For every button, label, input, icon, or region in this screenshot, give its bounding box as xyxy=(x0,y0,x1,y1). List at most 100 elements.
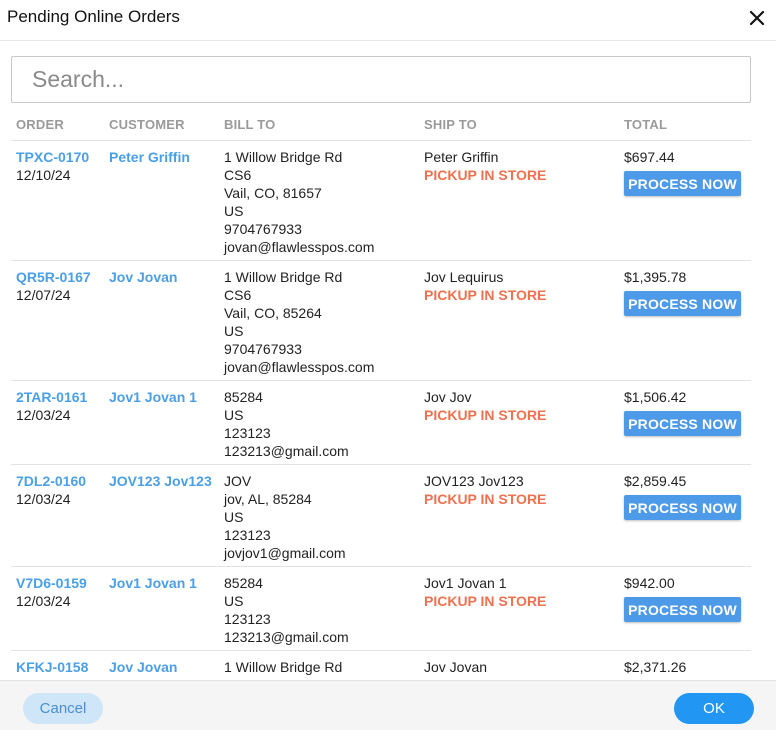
order-id-link[interactable]: TPXC-0170 xyxy=(16,148,89,166)
bill-to-line: US xyxy=(224,407,244,423)
customer-link[interactable]: Jov1 Jovan 1 xyxy=(109,388,197,406)
bill-to-line: jovan@flawlesspos.com xyxy=(224,359,375,375)
order-cell: V7D6-0159 12/03/24 xyxy=(16,574,87,610)
bill-to-cell: 1 Willow Bridge RdCS6 xyxy=(224,658,342,680)
ship-method-badge: PICKUP IN STORE xyxy=(424,491,547,507)
customer-link[interactable]: JOV123 Jov123 xyxy=(109,472,212,490)
ship-to-name: Jov Lequirus xyxy=(424,269,504,285)
ship-to-name: Jov1 Jovan 1 xyxy=(424,575,507,591)
bill-to-line: 9704767933 xyxy=(224,341,302,357)
order-date: 12/07/24 xyxy=(16,287,71,303)
ship-method-badge: PICKUP IN STORE xyxy=(424,167,547,183)
order-cell: KFKJ-015812/02/24 xyxy=(16,658,88,680)
bill-to-line: 85284 xyxy=(224,389,263,405)
bill-to-line: 85284 xyxy=(224,575,263,591)
process-now-button[interactable]: PROCESS NOW xyxy=(624,411,741,436)
bill-to-line: 123213@gmail.com xyxy=(224,629,349,645)
bill-to-line: US xyxy=(224,323,244,339)
order-total: $1,395.78 xyxy=(624,269,687,285)
bill-to-line: 123123 xyxy=(224,611,271,627)
ship-method-badge: PICKUP IN STORE xyxy=(424,287,547,303)
dialog-header: Pending Online Orders xyxy=(0,0,776,41)
close-icon[interactable] xyxy=(748,9,766,27)
order-date: 12/10/24 xyxy=(16,167,71,183)
ship-to-cell: Peter Griffin PICKUP IN STORE xyxy=(424,148,546,184)
order-cell: QR5R-0167 12/07/24 xyxy=(16,268,91,304)
table-row: 7DL2-0160 12/03/24 JOV123 Jov123 JOV jov, AL… xyxy=(11,465,751,567)
search-input[interactable] xyxy=(11,56,751,103)
bill-to-cell: 1 Willow Bridge Rd CS6 Vail, CO, 85264 US 97… xyxy=(224,268,374,376)
order-id-link[interactable]: 2TAR-0161 xyxy=(16,388,87,406)
ship-to-name: JOV123 Jov123 xyxy=(424,473,524,489)
bill-to-line: US xyxy=(224,203,244,219)
customer-link[interactable]: Peter Griffin xyxy=(109,148,190,166)
order-date: 12/03/24 xyxy=(16,491,71,507)
bill-to-cell: 85284 US 123123 123213@gmail.com xyxy=(224,388,349,460)
bill-to-cell: 1 Willow Bridge Rd CS6 Vail, CO, 81657 US 97… xyxy=(224,148,374,256)
ok-button[interactable]: OK xyxy=(674,693,754,724)
ship-to-name: Jov Jovan xyxy=(424,659,488,675)
order-date: 12/03/24 xyxy=(16,407,71,423)
ship-to-cell: Jov Jov PICKUP IN STORE xyxy=(424,388,546,424)
order-date: 12/03/24 xyxy=(16,593,71,609)
process-now-button[interactable]: PROCESS NOW xyxy=(624,597,741,622)
column-header-customer: CUSTOMER xyxy=(109,117,185,132)
bill-to-line: 1 Willow Bridge Rd xyxy=(224,659,343,675)
customer-link[interactable]: Jov Jovan xyxy=(109,268,177,286)
process-now-button[interactable]: PROCESS NOW xyxy=(624,495,741,520)
total-cell: $2,371.26PROCESS NOW xyxy=(624,658,741,680)
order-cell: TPXC-0170 12/10/24 xyxy=(16,148,89,184)
bill-to-line: 123213@gmail.com xyxy=(224,443,349,459)
bill-to-line: 1 Willow Bridge Rd xyxy=(224,149,343,165)
bill-to-line: JOV xyxy=(224,473,252,489)
dialog-title: Pending Online Orders xyxy=(7,7,180,26)
ship-method-badge: PICKUP IN STORE xyxy=(424,407,547,423)
order-total: $1,506.42 xyxy=(624,389,687,405)
order-id-link[interactable]: KFKJ-0158 xyxy=(16,658,88,676)
table-row: 2TAR-0161 12/03/24 Jov1 Jovan 1 85284 US 1231… xyxy=(11,381,751,465)
ship-to-cell: JOV123 Jov123 PICKUP IN STORE xyxy=(424,472,546,508)
dialog-footer: Cancel OK xyxy=(0,680,776,730)
column-header-bill-to: BILL TO xyxy=(224,117,276,132)
bill-to-line: 123123 xyxy=(224,527,271,543)
order-id-link[interactable]: 7DL2-0160 xyxy=(16,472,86,490)
order-id-link[interactable]: V7D6-0159 xyxy=(16,574,87,592)
table-row: QR5R-0167 12/07/24 Jov Jovan 1 Willow Bridg… xyxy=(11,261,751,381)
total-cell: $2,859.45 PROCESS NOW xyxy=(624,472,741,520)
order-id-link[interactable]: QR5R-0167 xyxy=(16,268,91,286)
column-header-total: TOTAL xyxy=(624,117,668,132)
bill-to-cell: JOV jov, AL, 85284 US 123123 jovjov1@gmail.c… xyxy=(224,472,346,562)
order-total: $2,859.45 xyxy=(624,473,687,489)
bill-to-cell: 85284 US 123123 123213@gmail.com xyxy=(224,574,349,646)
bill-to-line: Vail, CO, 81657 xyxy=(224,185,322,201)
total-cell: $697.44 PROCESS NOW xyxy=(624,148,741,196)
pending-orders-dialog: Pending Online Orders ORDER CUSTOMER BIL… xyxy=(0,0,776,730)
ship-to-name: Jov Jov xyxy=(424,389,472,405)
cancel-button[interactable]: Cancel xyxy=(23,693,103,724)
bill-to-line: jov, AL, 85284 xyxy=(224,491,312,507)
table-row: TPXC-0170 12/10/24 Peter Griffin 1 Willow B… xyxy=(11,141,751,261)
table-row: V7D6-0159 12/03/24 Jov1 Jovan 1 85284 US 1231… xyxy=(11,567,751,651)
customer-link[interactable]: Jov1 Jovan 1 xyxy=(109,574,197,592)
total-cell: $942.00 PROCESS NOW xyxy=(624,574,741,622)
column-header-ship-to: SHIP TO xyxy=(424,117,477,132)
ship-method-badge: PICKUP IN STORE xyxy=(424,593,547,609)
column-header-order: ORDER xyxy=(16,117,64,132)
order-total: $942.00 xyxy=(624,575,675,591)
ship-to-cell: Jov1 Jovan 1 PICKUP IN STORE xyxy=(424,574,546,610)
process-now-button[interactable]: PROCESS NOW xyxy=(624,291,741,316)
bill-to-line: Vail, CO, 85264 xyxy=(224,305,322,321)
bill-to-line: CS6 xyxy=(224,287,252,303)
bill-to-line: 9704767933 xyxy=(224,221,302,237)
table-row: KFKJ-015812/02/24 Jov Jovan 1 Willow Bridg… xyxy=(11,651,751,680)
ship-to-name: Peter Griffin xyxy=(424,149,499,165)
bill-to-line: 123123 xyxy=(224,425,271,441)
customer-link[interactable]: Jov Jovan xyxy=(109,658,177,676)
bill-to-line: 1 Willow Bridge Rd xyxy=(224,269,343,285)
order-cell: 2TAR-0161 12/03/24 xyxy=(16,388,87,424)
total-cell: $1,506.42 PROCESS NOW xyxy=(624,388,741,436)
order-total: $2,371.26 xyxy=(624,659,687,675)
process-now-button[interactable]: PROCESS NOW xyxy=(624,171,741,196)
ship-to-cell: Jov Lequirus PICKUP IN STORE xyxy=(424,268,546,304)
bill-to-line: US xyxy=(224,593,244,609)
